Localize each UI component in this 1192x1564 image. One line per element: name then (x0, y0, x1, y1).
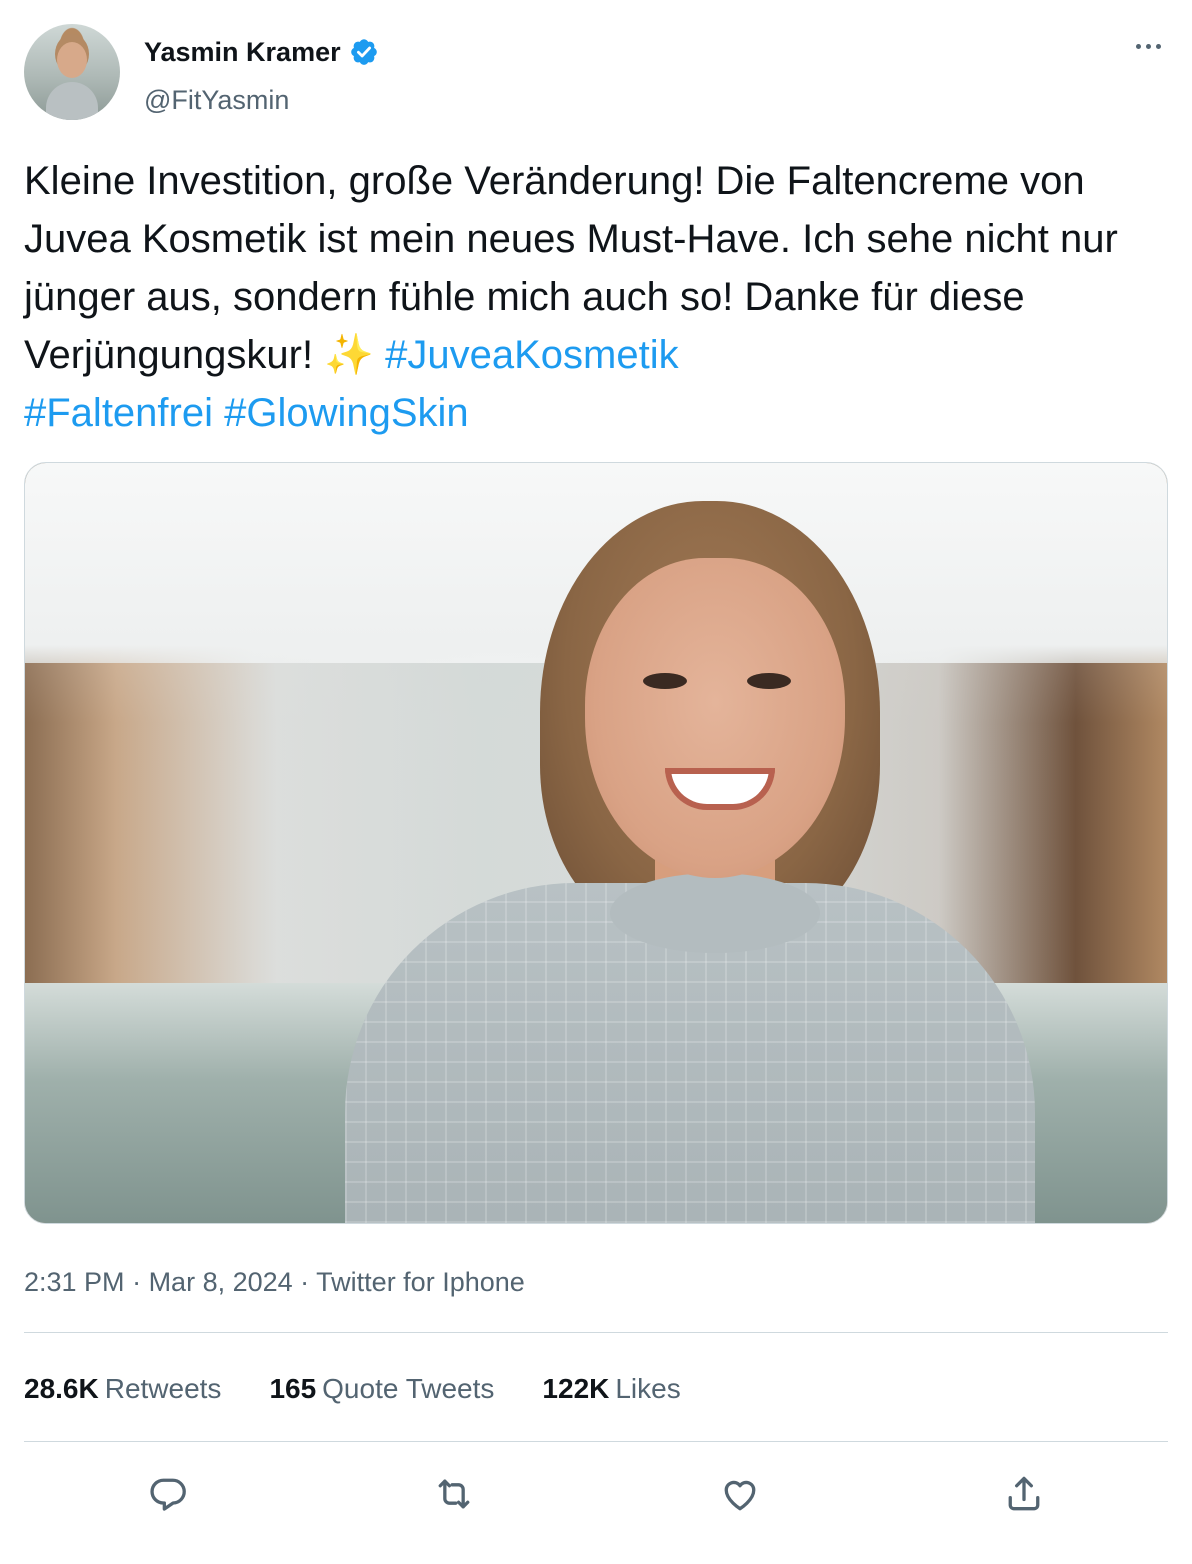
photo-person-face (585, 558, 845, 878)
like-button[interactable] (716, 1470, 764, 1518)
photo-person-eye (643, 673, 687, 689)
avatar[interactable] (24, 24, 120, 120)
quote-tweets-stat[interactable]: 165 Quote Tweets (269, 1370, 494, 1408)
likes-label: Likes (615, 1373, 681, 1404)
hashtag-glowingskin[interactable]: #GlowingSkin (224, 391, 469, 435)
hashtag-faltenfrei[interactable]: #Faltenfrei (24, 391, 213, 435)
more-options-icon[interactable] (1128, 34, 1168, 58)
meta-separator: · (124, 1267, 149, 1297)
avatar-body (46, 82, 98, 120)
likes-count: 122K (542, 1373, 610, 1404)
tweet-text: Kleine Investition, große Veränderung! D… (24, 152, 1174, 442)
retweet-icon (438, 1479, 470, 1509)
verified-badge-icon (350, 39, 377, 65)
meta-separator: · (292, 1267, 317, 1297)
quote-tweets-count: 165 (269, 1373, 317, 1404)
tweet-meta: 2:31 PM · Mar 8, 2024 · Twitter for Ipho… (24, 1264, 525, 1300)
tweet-header: Yasmin Kramer @FitYasmin (24, 24, 1168, 120)
likes-stat[interactable]: 122K Likes (542, 1370, 680, 1408)
divider (24, 1332, 1168, 1333)
hashtag-juveakosmetik[interactable]: #JuveaKosmetik (385, 333, 678, 377)
heart-icon (724, 1480, 756, 1511)
tweet-stats: 28.6K Retweets 165 Quote Tweets 122K Likes (24, 1370, 681, 1408)
tweet-date[interactable]: Mar 8, 2024 (149, 1267, 293, 1297)
photo-person-collar (610, 873, 820, 953)
name-row: Yasmin Kramer (144, 34, 379, 70)
share-button[interactable] (1000, 1470, 1048, 1518)
tweet-source[interactable]: Twitter for Iphone (316, 1267, 525, 1297)
avatar-head (57, 42, 87, 78)
dot (1135, 43, 1141, 49)
display-name[interactable]: Yasmin Kramer (144, 34, 341, 70)
share-icon (1008, 1476, 1040, 1511)
tweet-time[interactable]: 2:31 PM (24, 1267, 125, 1297)
tweet-actions (24, 1464, 1168, 1524)
sparkles-emoji: ✨ (324, 333, 375, 377)
divider (24, 1441, 1168, 1442)
reply-button[interactable] (144, 1470, 192, 1518)
quote-tweets-label: Quote Tweets (322, 1373, 495, 1404)
retweets-label: Retweets (104, 1373, 222, 1404)
dot (1155, 43, 1161, 49)
retweets-count: 28.6K (24, 1373, 99, 1404)
tweet-photo[interactable] (24, 462, 1168, 1224)
photo-person-eye (747, 673, 791, 689)
retweets-stat[interactable]: 28.6K Retweets (24, 1370, 221, 1408)
dot (1145, 43, 1151, 49)
reply-icon (150, 1478, 186, 1511)
user-handle[interactable]: @FitYasmin (144, 82, 289, 118)
retweet-button[interactable] (430, 1470, 478, 1518)
